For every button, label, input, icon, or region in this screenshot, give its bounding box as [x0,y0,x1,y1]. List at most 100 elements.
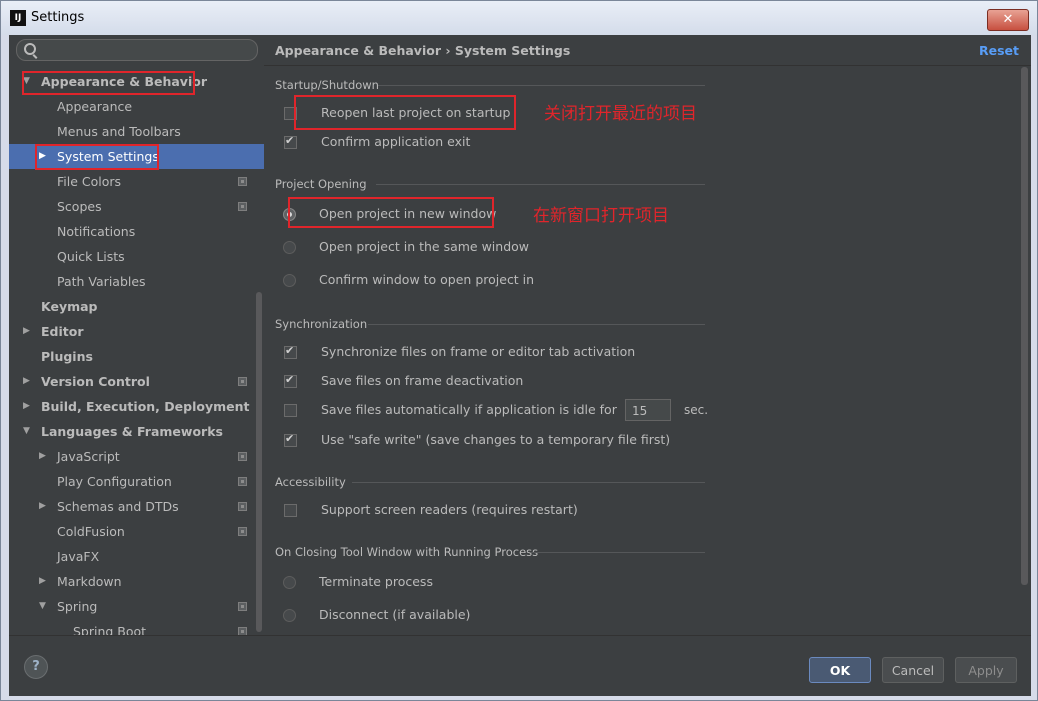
group-title-project-opening: Project Opening [275,177,367,191]
sidebar-item-file-colors[interactable]: File Colors [9,169,264,194]
reset-link[interactable]: Reset [979,43,1019,58]
sidebar-item-spring-boot[interactable]: Spring Boot [9,619,264,635]
apply-button[interactable]: Apply [955,657,1017,683]
ok-button[interactable]: OK [809,657,871,683]
radio-label[interactable]: Terminate process [319,574,433,589]
sidebar-item-build-execution-deployment[interactable]: ▶ Build, Execution, Deployment [9,394,264,419]
group-title-startup: Startup/Shutdown [275,78,379,92]
expand-arrow-icon[interactable]: ▶ [39,569,46,594]
sidebar-item-label: Build, Execution, Deployment [41,399,250,414]
sync-files-label[interactable]: Synchronize files on frame or editor tab… [321,344,635,359]
sidebar-item-label: Play Configuration [57,474,172,489]
sidebar-item-label: Quick Lists [57,249,125,264]
sidebar-item-appearance[interactable]: Appearance [9,94,264,119]
header-divider [264,65,1031,66]
project-scope-icon [238,627,247,635]
group-separator [376,184,705,185]
confirm-window-radio[interactable] [283,274,296,287]
project-scope-icon [238,602,247,611]
terminate-process-radio[interactable] [283,576,296,589]
close-button[interactable]: ✕ [987,9,1029,31]
screen-readers-checkbox[interactable] [284,504,297,517]
system-settings-panel: Appearance & Behavior › System Settings … [264,35,1031,635]
sidebar-item-spring[interactable]: ▼ Spring [9,594,264,619]
disconnect-radio[interactable] [283,609,296,622]
expand-arrow-icon[interactable]: ▼ [39,594,46,619]
save-idle-checkbox[interactable] [284,404,297,417]
sidebar-item-notifications[interactable]: Notifications [9,219,264,244]
settings-window: IJ Settings ✕ ▼ Appearance & Behavior App… [0,0,1038,701]
radio-label[interactable]: Confirm window to open project in [319,272,534,287]
sidebar-item-label: Spring Boot [73,624,147,635]
sidebar-item-label: Path Variables [57,274,146,289]
sync-files-checkbox[interactable] [284,344,297,359]
save-deactivation-checkbox[interactable] [284,373,297,388]
radio-label[interactable]: Open project in the same window [319,239,529,254]
search-icon [24,43,36,55]
expand-arrow-icon[interactable]: ▼ [23,419,30,444]
sidebar-item-label: File Colors [57,174,122,189]
sidebar-item-quick-lists[interactable]: Quick Lists [9,244,264,269]
highlight-box [22,71,195,95]
expand-arrow-icon[interactable]: ▶ [39,494,46,519]
sidebar-item-label: ColdFusion [57,524,125,539]
open-same-window-radio[interactable] [283,241,296,254]
expand-arrow-icon[interactable]: ▶ [23,369,30,394]
group-separator [352,482,705,483]
safe-write-label[interactable]: Use "safe write" (save changes to a temp… [321,432,670,447]
sidebar-item-label: Version Control [41,374,150,389]
idle-unit-label: sec. [684,403,709,417]
screen-readers-label[interactable]: Support screen readers (requires restart… [321,502,578,517]
project-scope-icon [238,177,247,186]
confirm-exit-checkbox[interactable] [284,134,297,149]
sidebar-item-label: Editor [41,324,84,339]
sidebar-item-menus-toolbars[interactable]: Menus and Toolbars [9,119,264,144]
sidebar-item-languages-frameworks[interactable]: ▼ Languages & Frameworks [9,419,264,444]
sidebar-item-markdown[interactable]: ▶ Markdown [9,569,264,594]
search-input[interactable] [16,39,258,61]
help-icon[interactable]: ? [24,655,48,679]
sidebar-scrollbar[interactable] [256,292,262,632]
project-scope-icon [238,202,247,211]
idle-seconds-input[interactable]: 15 [625,399,671,421]
sidebar-item-label: Menus and Toolbars [57,124,181,139]
sidebar-item-plugins[interactable]: Plugins [9,344,264,369]
save-deactivation-label[interactable]: Save files on frame deactivation [321,373,523,388]
safe-write-checkbox[interactable] [284,432,297,447]
expand-arrow-icon[interactable]: ▶ [39,444,46,469]
group-separator [378,85,705,86]
highlight-box [288,197,494,228]
main-scrollbar[interactable] [1021,67,1028,585]
dialog-button-bar: ? OK Cancel Apply [9,635,1031,696]
project-scope-icon [238,477,247,486]
sidebar-item-path-variables[interactable]: Path Variables [9,269,264,294]
dialog-client: ▼ Appearance & Behavior Appearance Menus … [9,35,1031,696]
expand-arrow-icon[interactable]: ▶ [23,319,30,344]
sidebar-item-schemas-dtds[interactable]: ▶ Schemas and DTDs [9,494,264,519]
sidebar-item-javascript[interactable]: ▶ JavaScript [9,444,264,469]
sidebar-item-coldfusion[interactable]: ColdFusion [9,519,264,544]
save-idle-label[interactable]: Save files automatically if application … [321,402,617,417]
sidebar-item-label: Keymap [41,299,98,314]
expand-arrow-icon[interactable]: ▶ [23,394,30,419]
group-title-synchronization: Synchronization [275,317,368,331]
sidebar-item-javafx[interactable]: JavaFX [9,544,264,569]
group-title-closing-tool-window: On Closing Tool Window with Running Proc… [275,545,539,559]
group-separator [531,552,705,553]
sidebar-item-version-control[interactable]: ▶ Version Control [9,369,264,394]
sidebar-item-editor[interactable]: ▶ Editor [9,319,264,344]
highlight-box [35,144,159,170]
confirm-exit-label[interactable]: Confirm application exit [321,134,470,149]
sidebar-item-keymap[interactable]: Keymap [9,294,264,319]
cancel-button[interactable]: Cancel [882,657,944,683]
sidebar-item-label: JavaScript [57,449,120,464]
sidebar-item-label: Plugins [41,349,93,364]
radio-label[interactable]: Disconnect (if available) [319,607,470,622]
sidebar-item-scopes[interactable]: Scopes [9,194,264,219]
group-separator [368,324,705,325]
sidebar-item-label: Schemas and DTDs [57,499,179,514]
project-scope-icon [238,527,247,536]
sidebar-item-label: Appearance [57,99,133,114]
project-scope-icon [238,452,247,461]
sidebar-item-play-configuration[interactable]: Play Configuration [9,469,264,494]
